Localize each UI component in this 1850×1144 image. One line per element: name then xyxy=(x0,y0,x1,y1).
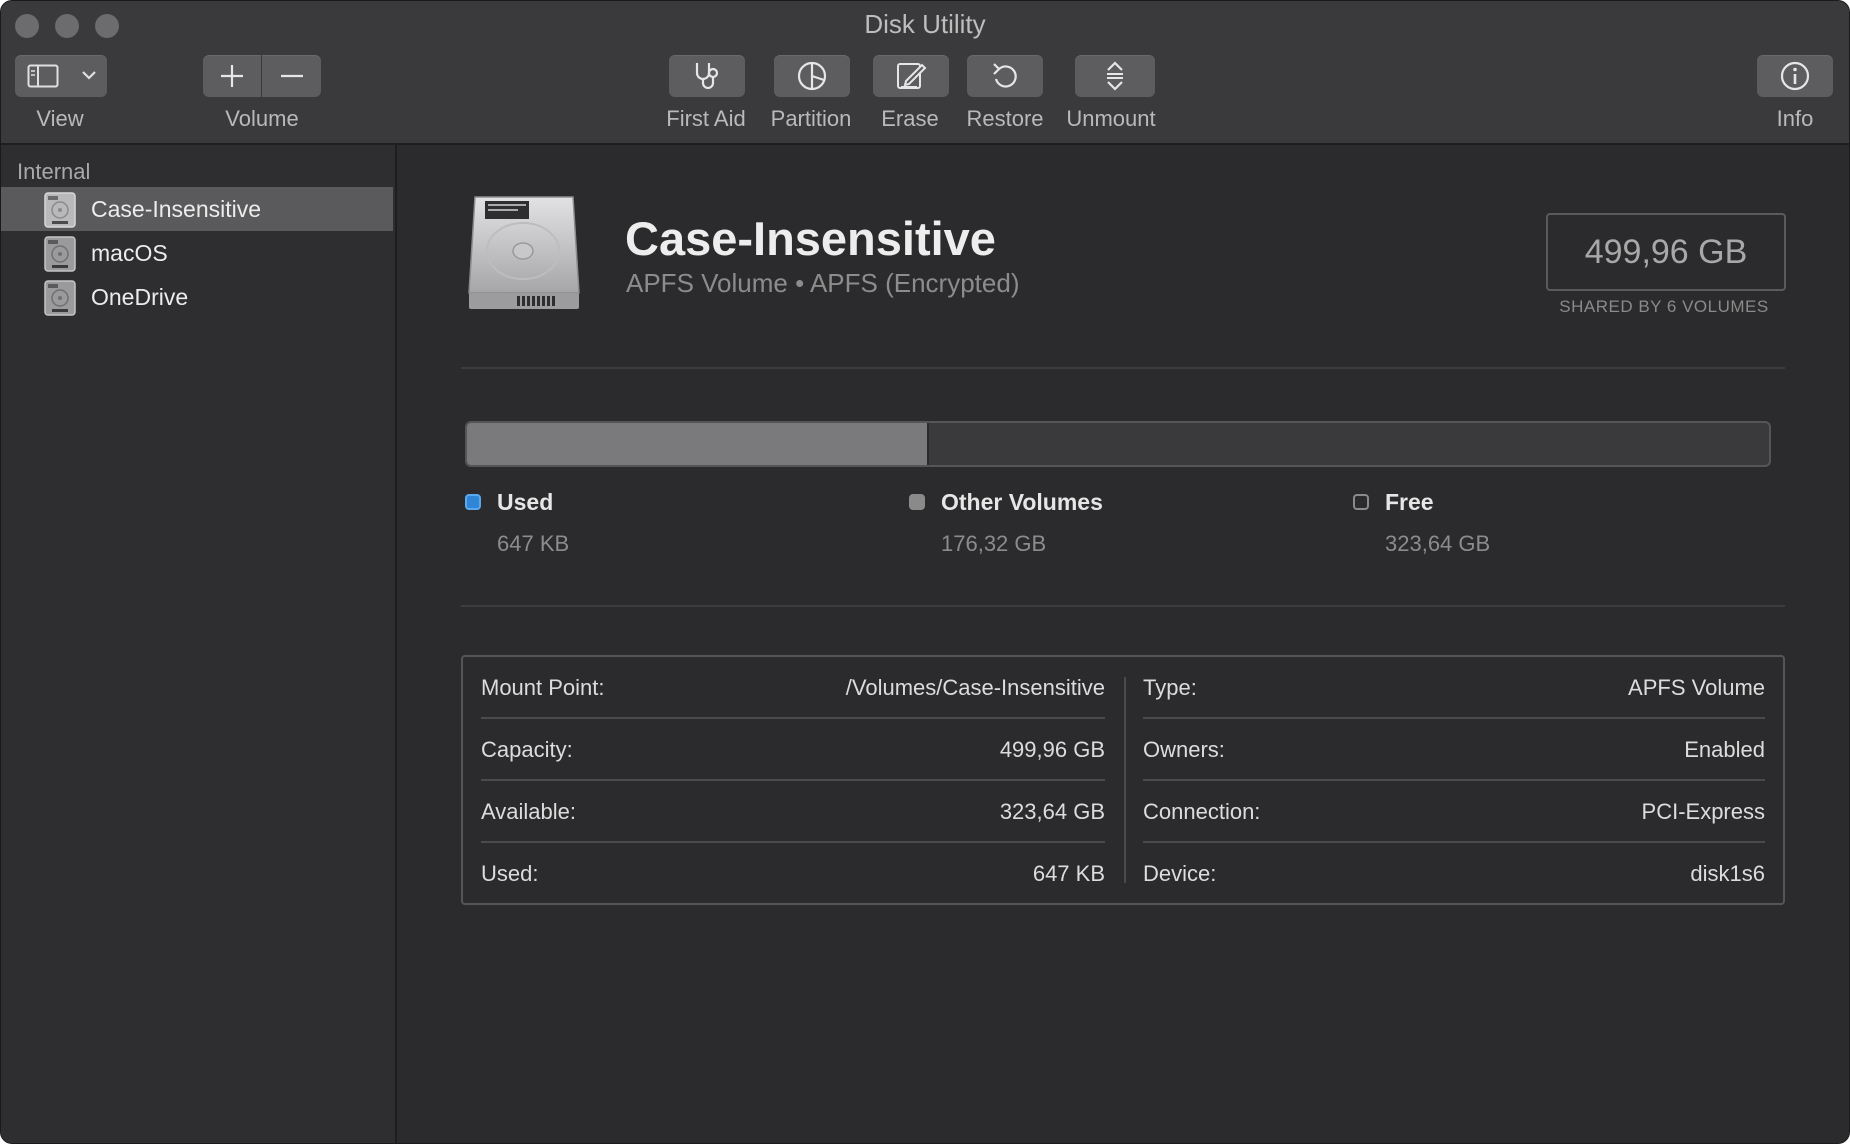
restore-button[interactable] xyxy=(967,55,1043,97)
info-key: Device: xyxy=(1143,861,1217,886)
disk-volume-icon xyxy=(43,235,77,278)
unmount-icon xyxy=(1100,60,1130,92)
info-value: Enabled xyxy=(1684,737,1765,762)
info-key: Owners: xyxy=(1143,737,1225,762)
usage-bar xyxy=(465,421,1771,467)
unmount-button[interactable] xyxy=(1075,55,1155,97)
free-swatch xyxy=(1353,494,1369,510)
sidebar-item-label: Case-Insensitive xyxy=(91,195,262,222)
divider xyxy=(461,605,1785,607)
sidebar-section-internal: Internal xyxy=(17,159,91,184)
volume-label: Volume xyxy=(225,106,299,131)
info-value: 499,96 GB xyxy=(999,737,1105,762)
volume-name: Case-Insensitive xyxy=(625,212,996,265)
info-row-type: Type: APFS Volume xyxy=(1143,657,1765,719)
erase-button[interactable] xyxy=(873,55,949,97)
info-key: Type: xyxy=(1143,675,1197,700)
usage-bar-fill xyxy=(467,423,929,465)
view-button[interactable] xyxy=(15,55,107,97)
partition-label: Partition xyxy=(770,106,852,131)
sidebar-item-label: OneDrive xyxy=(91,283,189,310)
sidebar: Internal Case-Insensitive macOS OneDrive xyxy=(1,145,397,1143)
disk-volume-icon xyxy=(43,191,77,234)
info-key: Connection: xyxy=(1143,799,1261,824)
sidebar-item-label: macOS xyxy=(91,239,168,266)
info-key: Used: xyxy=(481,861,539,886)
info-row-owners: Owners: Enabled xyxy=(1143,719,1765,781)
info-key: Mount Point: xyxy=(481,675,605,700)
used-swatch xyxy=(465,494,481,510)
info-row-available: Available: 323,64 GB xyxy=(481,781,1105,843)
info-value: disk1s6 xyxy=(1690,861,1765,886)
legend-value: 323,64 GB xyxy=(1385,531,1491,556)
toolbar: Disk Utility View Volume First Aid Parti… xyxy=(1,1,1849,145)
info-row-device: Device: disk1s6 xyxy=(1143,843,1765,905)
sidebar-item-onedrive[interactable]: OneDrive xyxy=(1,275,393,319)
chevron-down-icon xyxy=(81,68,97,82)
view-label: View xyxy=(36,106,84,131)
info-key: Capacity: xyxy=(481,737,573,762)
stethoscope-icon xyxy=(690,60,724,92)
legend-title: Used xyxy=(497,489,554,515)
capacity-caption: SHARED BY 6 VOLUMES xyxy=(1559,297,1769,316)
remove-volume-button[interactable] xyxy=(262,55,321,97)
info-label: Info xyxy=(1776,106,1814,131)
info-value: APFS Volume xyxy=(1628,675,1765,700)
legend-value: 176,32 GB xyxy=(941,531,1047,556)
window-title: Disk Utility xyxy=(864,9,986,39)
disk-volume-icon xyxy=(43,279,77,322)
divider xyxy=(461,367,1785,369)
info-value: 323,64 GB xyxy=(999,799,1105,824)
sidebar-icon xyxy=(27,64,59,88)
legend-title: Other Volumes xyxy=(941,489,1103,515)
legend-title: Free xyxy=(1385,489,1434,515)
column-divider xyxy=(1124,677,1126,883)
disk-utility-window: Disk Utility View Volume First Aid Parti… xyxy=(0,0,1850,1144)
sidebar-item-case-insensitive[interactable]: Case-Insensitive xyxy=(1,187,393,231)
add-volume-button[interactable] xyxy=(203,55,261,97)
volume-info-table: Mount Point: /Volumes/Case-Insensitive C… xyxy=(461,655,1785,905)
volume-format: APFS Volume • APFS (Encrypted) xyxy=(626,268,1020,298)
plus-icon xyxy=(221,65,243,87)
sidebar-item-macos[interactable]: macOS xyxy=(1,231,393,275)
info-row-connection: Connection: PCI-Express xyxy=(1143,781,1765,843)
first-aid-label: First Aid xyxy=(666,106,746,131)
info-key: Available: xyxy=(481,799,576,824)
restore-label: Restore xyxy=(966,106,1044,131)
info-row-capacity: Capacity: 499,96 GB xyxy=(481,719,1105,781)
first-aid-button[interactable] xyxy=(669,55,745,97)
volume-segmented-control xyxy=(203,55,321,97)
info-value: PCI-Express xyxy=(1641,799,1765,824)
erase-label: Erase xyxy=(881,106,939,131)
volume-capacity: 499,96 GB xyxy=(1546,213,1786,291)
info-button[interactable] xyxy=(1757,55,1833,97)
info-row-mount-point: Mount Point: /Volumes/Case-Insensitive xyxy=(481,657,1105,719)
hard-drive-icon xyxy=(465,193,583,318)
unmount-label: Unmount xyxy=(1066,106,1156,131)
eraser-pencil-icon xyxy=(895,60,927,92)
partition-button[interactable] xyxy=(774,55,850,97)
partition-pie-icon xyxy=(796,60,828,92)
info-icon xyxy=(1779,60,1811,92)
restore-arrow-icon xyxy=(990,60,1020,92)
minus-icon xyxy=(280,74,303,78)
other-volumes-swatch xyxy=(909,494,925,510)
info-value: 647 KB xyxy=(1032,861,1105,886)
info-value: /Volumes/Case-Insensitive xyxy=(845,675,1105,700)
info-row-used: Used: 647 KB xyxy=(481,843,1105,905)
volume-detail-pane: Case-Insensitive APFS Volume • APFS (Enc… xyxy=(397,145,1849,1143)
legend-value: 647 KB xyxy=(497,531,570,556)
